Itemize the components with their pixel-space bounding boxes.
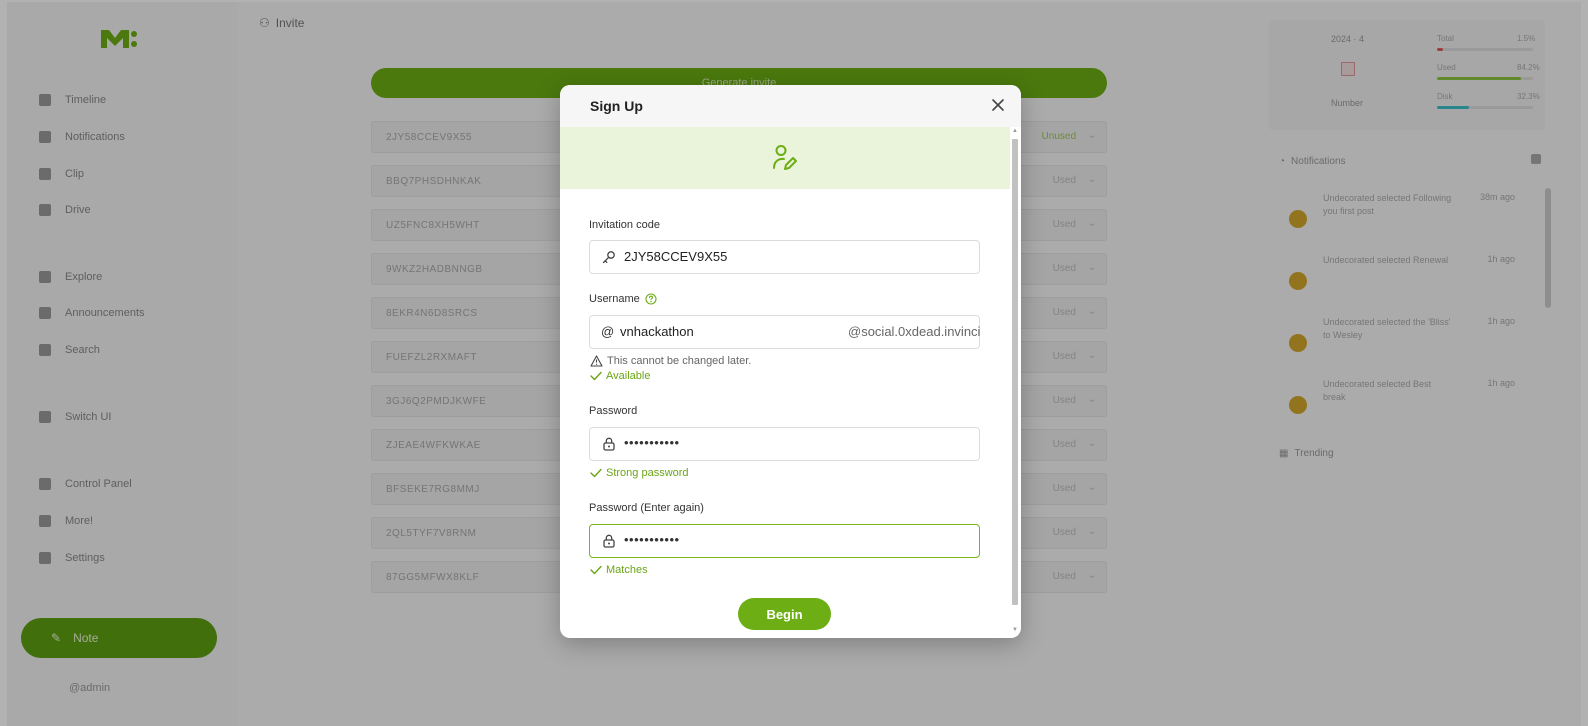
scroll-down-icon[interactable]: ▼ (1012, 627, 1018, 633)
close-icon[interactable] (990, 97, 1006, 113)
check-icon (590, 468, 602, 478)
username-field[interactable]: @ vnhackathon @social.0xdead.invincible (589, 315, 980, 349)
scroll-up-icon[interactable]: ▲ (1012, 128, 1018, 134)
username-label: Username (589, 293, 657, 305)
signup-dialog: Sign Up ▲ ▼ Invitation code 2JY58CCEV9X5… (560, 85, 1021, 638)
user-edit-icon (773, 145, 797, 170)
username-prefix: @ (601, 324, 615, 339)
key-icon (602, 251, 615, 264)
password-field[interactable]: ••••••••••• (589, 427, 980, 461)
invitation-code-label: Invitation code (589, 219, 660, 231)
scrollbar-thumb[interactable] (1012, 139, 1018, 605)
dialog-scrollbar[interactable]: ▲ ▼ (1010, 127, 1020, 638)
dialog-title: Sign Up (590, 98, 643, 114)
username-value: vnhackathon (620, 324, 694, 339)
check-icon (590, 371, 602, 381)
password-again-masked-value: ••••••••••• (624, 532, 680, 547)
begin-button[interactable]: Begin (738, 598, 831, 630)
username-warning: This cannot be changed later. (590, 355, 751, 367)
password-label: Password (589, 405, 638, 417)
username-available-status: Available (590, 370, 650, 382)
username-domain: @social.0xdead.invincible (848, 324, 980, 339)
password-again-label: Password (Enter again) (589, 502, 704, 514)
password-match-status: Matches (590, 564, 648, 576)
lock-icon (603, 534, 615, 548)
invitation-code-value: 2JY58CCEV9X55 (624, 249, 728, 264)
password-again-field[interactable]: ••••••••••• (589, 524, 980, 558)
help-icon[interactable] (645, 293, 657, 305)
lock-icon (603, 437, 615, 451)
password-strength-status: Strong password (590, 467, 689, 479)
dialog-banner (560, 127, 1010, 189)
dialog-header: Sign Up (560, 85, 1021, 127)
warning-icon (590, 355, 603, 367)
check-icon (590, 565, 602, 575)
password-masked-value: ••••••••••• (624, 435, 680, 450)
invitation-code-field[interactable]: 2JY58CCEV9X55 (589, 240, 980, 274)
